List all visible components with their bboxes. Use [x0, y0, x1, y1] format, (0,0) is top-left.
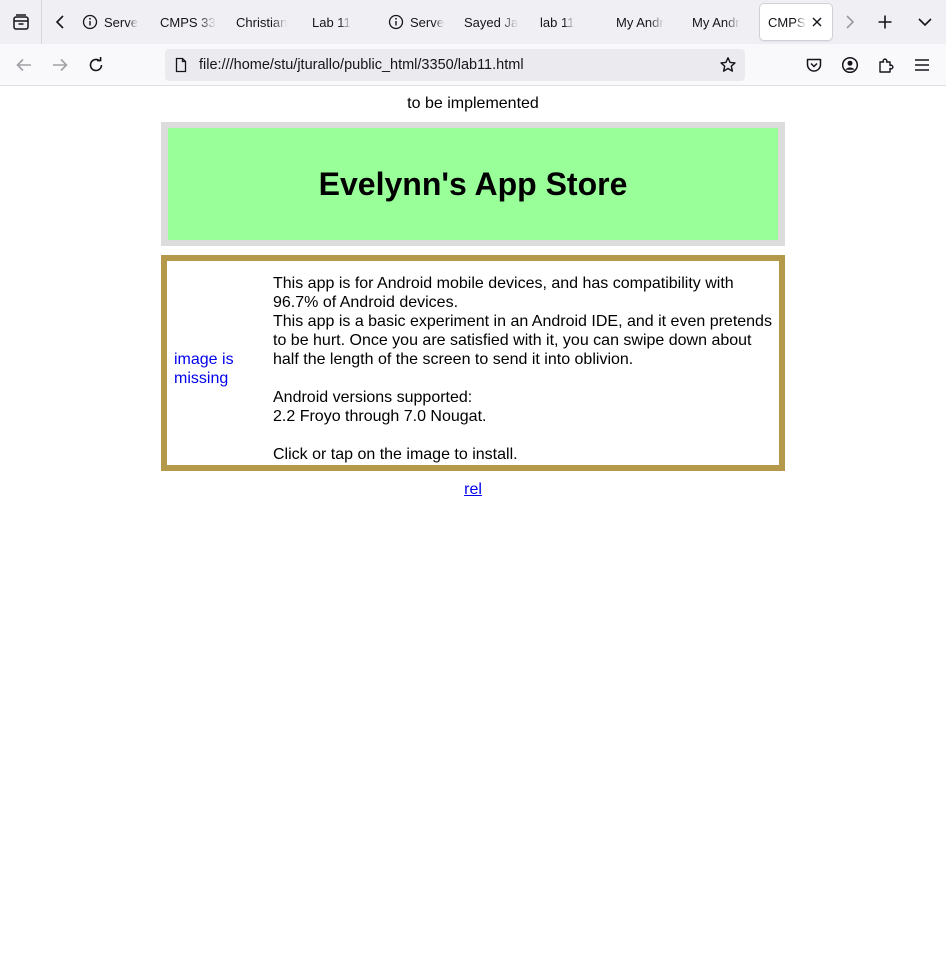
- tab-label: Lab 11: [312, 14, 351, 30]
- tab-lab-11-lower[interactable]: lab 11: [540, 4, 600, 40]
- chevron-right-icon: [846, 15, 855, 29]
- footer-link-row: rel: [0, 480, 946, 499]
- navigation-toolbar: file:///home/stu/jturallo/public_html/33…: [0, 44, 946, 86]
- tab-cmps-33[interactable]: CMPS 33: [160, 4, 218, 40]
- chevron-down-icon: [918, 18, 932, 27]
- app-card: image is missing This app is for Android…: [161, 255, 785, 471]
- tab-label: Christian: [236, 14, 288, 30]
- tab-my-android-1[interactable]: My Andr: [616, 4, 674, 40]
- plus-icon: [878, 15, 892, 29]
- store-header: Evelynn's App Store: [161, 122, 785, 246]
- app-image-missing[interactable]: image is missing: [174, 350, 264, 388]
- application-menu-button[interactable]: [907, 50, 937, 80]
- tab-serve-1[interactable]: Serve: [82, 4, 150, 40]
- tab-cmps-active[interactable]: CMPS: [760, 4, 832, 40]
- info-icon: [388, 14, 404, 30]
- tab-label: lab 11: [540, 14, 575, 30]
- tab-manager-icon: [12, 14, 29, 30]
- store-header-inner: Evelynn's App Store: [168, 128, 778, 240]
- versions-value: 2.2 Froyo through 7.0 Nougat.: [273, 408, 487, 425]
- tab-serve-2[interactable]: Serve: [388, 4, 456, 40]
- new-tab-button[interactable]: [870, 7, 900, 37]
- description-line-1: This app is for Android mobile devices, …: [273, 275, 734, 311]
- tab-label: My Andr: [692, 14, 740, 30]
- tab-christian[interactable]: Christian: [236, 4, 294, 40]
- back-button[interactable]: [9, 50, 39, 80]
- store-title: Evelynn's App Store: [318, 165, 628, 202]
- rel-link[interactable]: rel: [464, 481, 482, 498]
- tab-manager-button[interactable]: [0, 0, 42, 44]
- top-note: to be implemented: [407, 95, 539, 112]
- pocket-icon: [806, 58, 822, 72]
- tabs-scroll-left-button[interactable]: [47, 7, 75, 37]
- reload-icon: [89, 57, 103, 72]
- tab-label: Serve: [104, 14, 138, 30]
- tab-label: CMPS: [768, 14, 806, 30]
- list-all-tabs-button[interactable]: [910, 7, 940, 37]
- account-icon: [841, 56, 859, 74]
- tab-label: Sayed Ja: [464, 14, 519, 30]
- back-arrow-icon: [16, 58, 31, 72]
- star-icon[interactable]: [719, 56, 737, 74]
- tab-label: Serve: [410, 14, 444, 30]
- tab-label: My Andr: [616, 14, 664, 30]
- page-content: to be implemented Evelynn's App Store im…: [0, 86, 946, 967]
- forward-arrow-icon: [53, 58, 68, 72]
- extensions-button[interactable]: [871, 50, 901, 80]
- tab-sayed[interactable]: Sayed Ja: [464, 4, 522, 40]
- versions-label: Android versions supported:: [273, 389, 473, 406]
- description-line-2: This app is a basic experiment in an And…: [273, 313, 772, 368]
- forward-button[interactable]: [45, 50, 75, 80]
- close-icon[interactable]: [810, 15, 824, 29]
- tab-strip: Serve CMPS 33 Christian Lab 11 Serve Say…: [0, 0, 946, 44]
- hamburger-menu-icon: [915, 59, 929, 71]
- tab-label: CMPS 33: [160, 14, 216, 30]
- url-bar[interactable]: file:///home/stu/jturallo/public_html/33…: [165, 49, 745, 81]
- info-icon: [82, 14, 98, 30]
- tab-my-android-2[interactable]: My Andr: [692, 4, 750, 40]
- page-icon: [175, 57, 187, 73]
- url-text[interactable]: file:///home/stu/jturallo/public_html/33…: [199, 49, 524, 81]
- tabs-scroll-right-button[interactable]: [836, 7, 862, 37]
- install-hint: Click or tap on the image to install.: [273, 446, 518, 463]
- pocket-button[interactable]: [799, 50, 829, 80]
- app-description: This app is for Android mobile devices, …: [273, 274, 773, 464]
- extensions-icon: [879, 58, 894, 73]
- tab-list: Serve CMPS 33 Christian Lab 11 Serve Say…: [78, 4, 833, 40]
- reload-button[interactable]: [81, 50, 111, 80]
- tab-lab-11[interactable]: Lab 11: [312, 4, 372, 40]
- account-button[interactable]: [835, 50, 865, 80]
- chevron-left-icon: [55, 15, 64, 29]
